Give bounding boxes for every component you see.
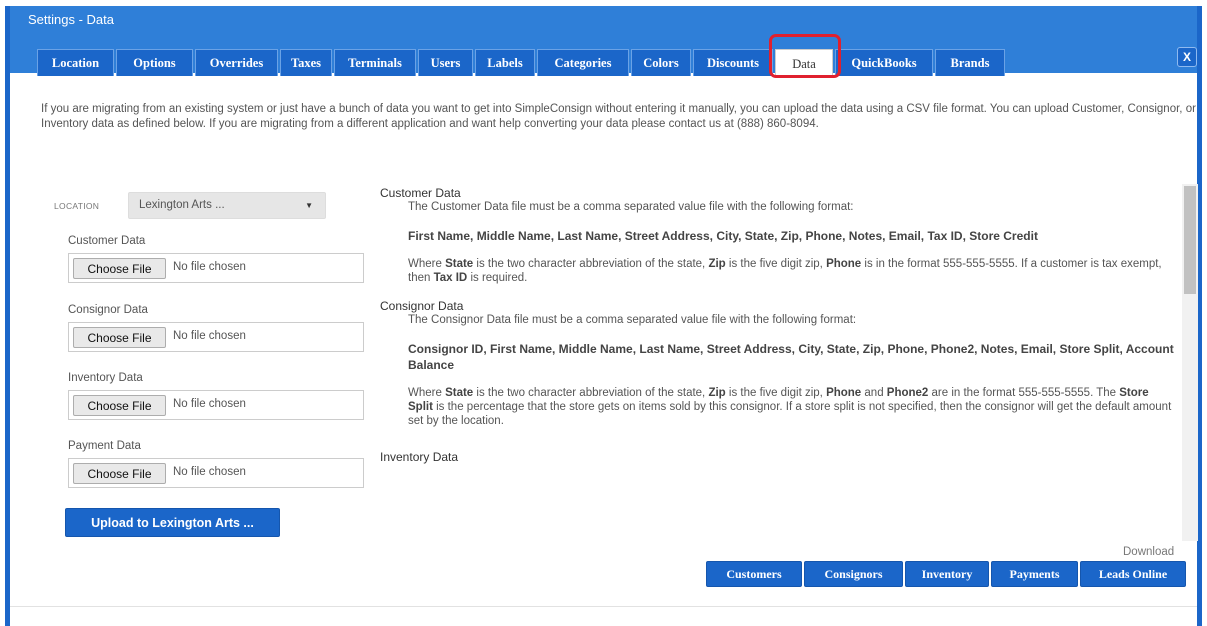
download-consignors-button[interactable]: Consignors [804,561,903,587]
location-label: LOCATION [54,201,100,211]
customer-file-status: No file chosen [173,261,246,273]
tab-colors[interactable]: Colors [631,49,691,76]
tab-categories[interactable]: Categories [537,49,629,76]
consignor-format: Consignor ID, First Name, Middle Name, L… [408,342,1174,372]
tab-discounts[interactable]: Discounts [693,49,773,76]
consignor-section-desc: The Consignor Data file must be a comma … [408,314,857,326]
location-selected-value: Lexington Arts ... [139,199,225,211]
tab-bar: Location Options Overrides Taxes Termina… [10,33,1197,78]
inventory-data-label: Inventory Data [68,372,143,384]
inventory-choose-file-button[interactable]: Choose File [73,395,166,416]
tab-taxes[interactable]: Taxes [280,49,332,76]
customer-note: Where State is the two character abbrevi… [408,258,1162,284]
location-select[interactable]: Lexington Arts ... ▼ [128,192,326,219]
download-label: Download [1123,546,1175,558]
download-leads-online-button[interactable]: Leads Online [1080,561,1186,587]
upload-button[interactable]: Upload to Lexington Arts ... [65,508,280,537]
tab-brands[interactable]: Brands [935,49,1005,76]
tab-users[interactable]: Users [418,49,473,76]
window-title: Settings - Data [10,6,1197,33]
consignor-section-title: Consignor Data [380,299,464,313]
close-button[interactable]: X [1177,47,1197,67]
scrollbar-thumb[interactable] [1184,186,1196,294]
payment-file-input[interactable]: Choose File No file chosen [68,458,364,488]
download-payments-button[interactable]: Payments [991,561,1078,587]
inventory-section-title: Inventory Data [380,450,459,464]
consignor-choose-file-button[interactable]: Choose File [73,327,166,348]
tab-location[interactable]: Location [37,49,114,76]
customer-file-input[interactable]: Choose File No file chosen [68,253,364,283]
inventory-file-input[interactable]: Choose File No file chosen [68,390,364,420]
tab-terminals[interactable]: Terminals [334,49,416,76]
footer-divider [10,606,1197,607]
inventory-file-status: No file chosen [173,398,246,410]
format-descriptions: Customer Data The Customer Data file mus… [380,186,1175,541]
tab-overrides[interactable]: Overrides [195,49,278,76]
customer-section-title: Customer Data [380,186,461,200]
customer-choose-file-button[interactable]: Choose File [73,258,166,279]
tab-options[interactable]: Options [116,49,193,76]
consignor-note: Where State is the two character abbrevi… [408,387,1172,427]
tab-labels[interactable]: Labels [475,49,535,76]
payment-choose-file-button[interactable]: Choose File [73,463,166,484]
consignor-file-status: No file chosen [173,330,246,342]
panel-scrollbar[interactable] [1182,184,1198,541]
download-customers-button[interactable]: Customers [706,561,802,587]
intro-text: If you are migrating from an existing sy… [41,103,1196,130]
download-inventory-button[interactable]: Inventory [905,561,989,587]
tab-quickbooks[interactable]: QuickBooks [835,49,933,76]
dropdown-arrow-icon: ▼ [305,201,313,210]
payment-file-status: No file chosen [173,466,246,478]
customer-section-desc: The Customer Data file must be a comma s… [408,201,854,213]
customer-data-label: Customer Data [68,235,146,247]
consignor-file-input[interactable]: Choose File No file chosen [68,322,364,352]
customer-format: First Name, Middle Name, Last Name, Stre… [408,229,1038,243]
highlight-annotation [769,34,841,78]
consignor-data-label: Consignor Data [68,304,148,316]
settings-window: Settings - Data Location Options Overrid… [5,6,1202,626]
payment-data-label: Payment Data [68,440,141,452]
